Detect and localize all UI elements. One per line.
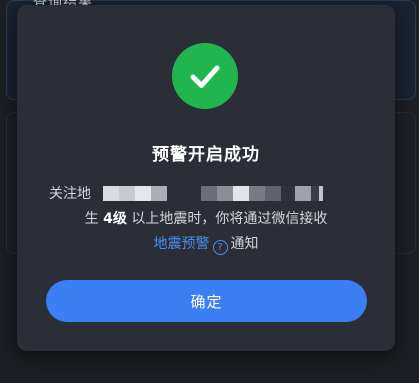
- question-circle-icon[interactable]: ?: [212, 240, 228, 255]
- alert-description: 生 4级 以上地震时，你将通过微信接收: [17, 208, 395, 228]
- success-dialog: 预警开启成功 关注地 生 4级 以上地震时，你将通过微信接收 地震预警? 通知 确…: [17, 5, 395, 351]
- follow-label: 关注地: [49, 186, 91, 202]
- line2-prefix: 生: [84, 211, 104, 227]
- dialog-title: 预警开启成功: [152, 145, 260, 165]
- check-circle-icon: [172, 43, 238, 109]
- confirm-button[interactable]: 确定: [46, 280, 367, 322]
- notify-label: 通知: [230, 236, 259, 252]
- line2-suffix: 以上地震时，你将通过微信接收: [126, 211, 328, 227]
- redacted-location: [103, 185, 323, 201]
- notification-line: 地震预警? 通知: [17, 233, 395, 255]
- magnitude-value: 4级: [103, 211, 127, 227]
- follow-location-line: 关注地: [49, 183, 323, 203]
- earthquake-alert-link[interactable]: 地震预警: [154, 236, 210, 252]
